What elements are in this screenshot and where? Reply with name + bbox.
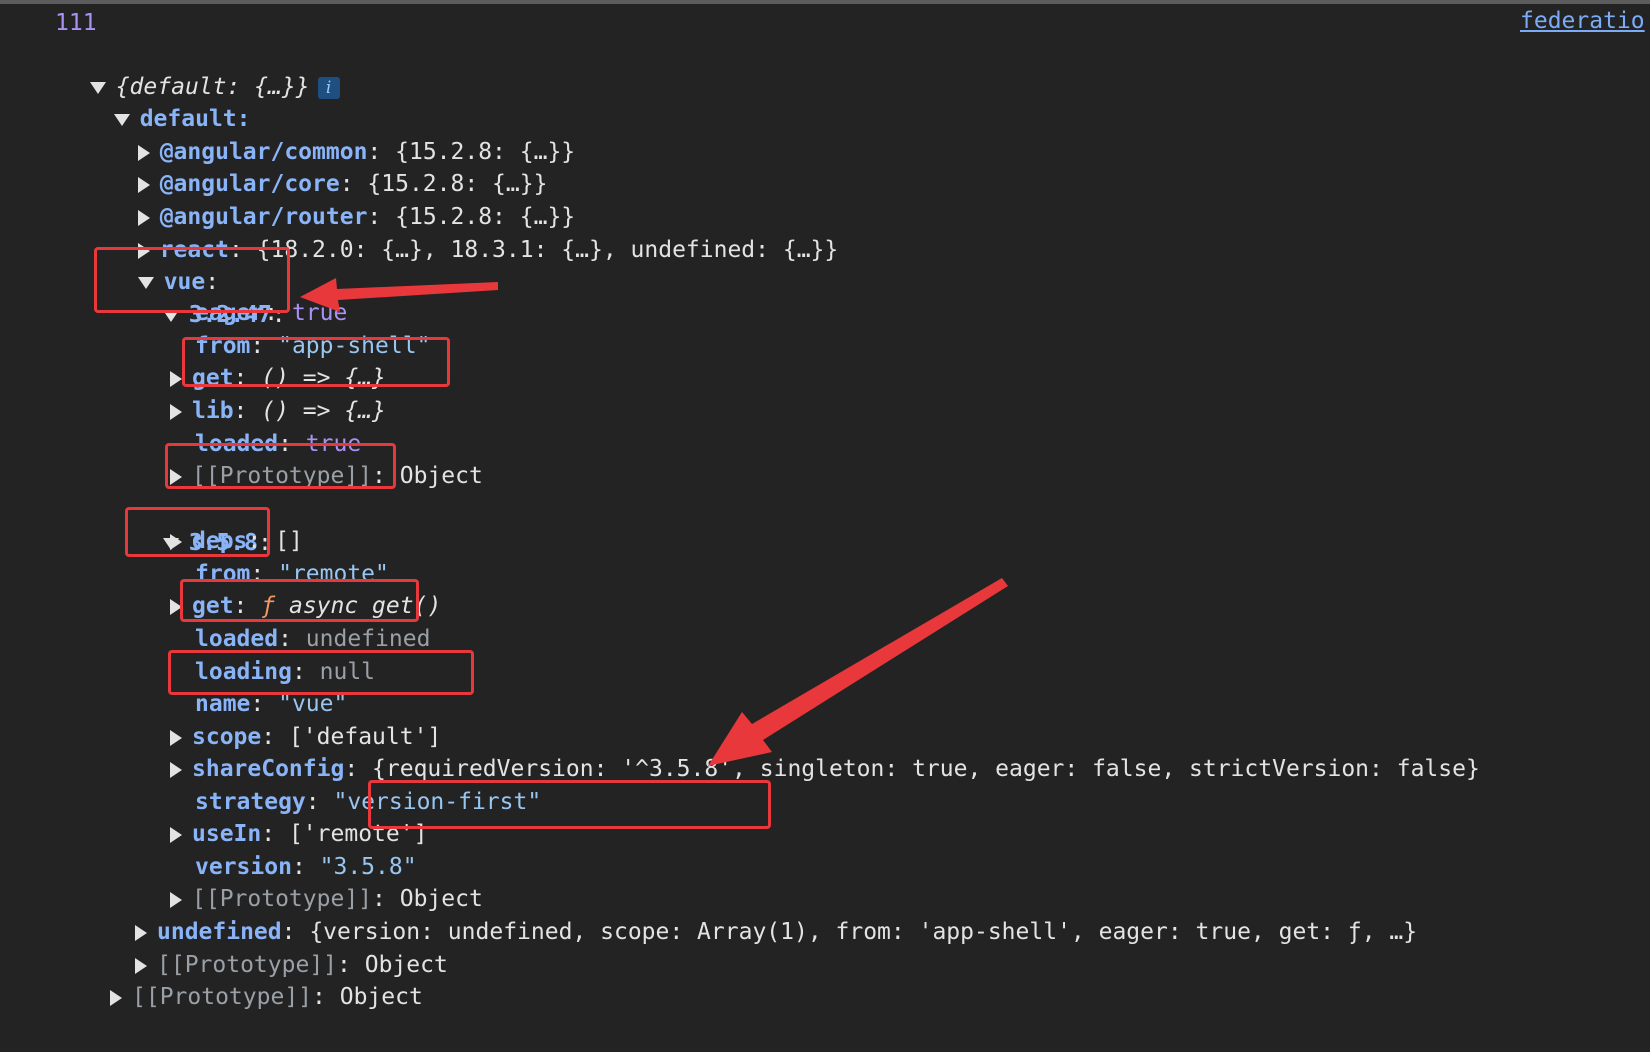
arrow-icon	[300, 278, 498, 312]
annotation-arrows	[300, 278, 1008, 766]
arrow-icon	[708, 578, 1008, 766]
